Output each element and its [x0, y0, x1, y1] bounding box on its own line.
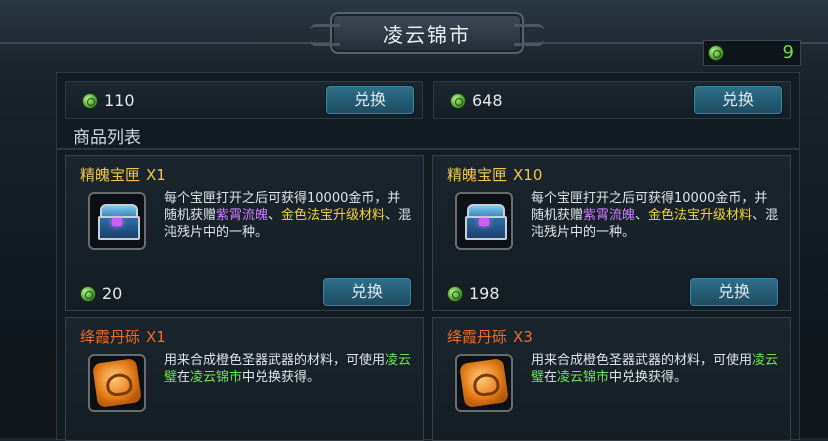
item-description: 每个宝匣打开之后可获得10000金币，并随机获赠紫霄流魄、金色法宝升级材料、混沌… — [164, 191, 412, 240]
item-description: 用来合成橙色圣器武器的材料，可使用凌云璧在凌云锦市中兑换获得。 — [164, 353, 412, 385]
exchange-button[interactable]: 兑换 — [694, 86, 782, 114]
item-name-text: 精魄宝匣 — [447, 166, 508, 184]
item-price: 20 — [80, 284, 122, 303]
exchange-button[interactable]: 兑换 — [326, 86, 414, 114]
item-icon-slot[interactable] — [455, 192, 513, 250]
jade-coin-icon — [708, 45, 724, 61]
item-name: 精魄宝匣 X10 — [447, 164, 542, 185]
item-icon-slot[interactable] — [88, 354, 146, 412]
item-card: 绛霞丹砾 X3 用来合成橙色圣器武器的材料，可使用凌云璧在凌云锦市中兑换获得。 — [432, 317, 791, 441]
item-name: 精魄宝匣 X1 — [80, 164, 166, 185]
item-card: 绛霞丹砾 X1 用来合成橙色圣器武器的材料，可使用凌云璧在凌云锦市中兑换获得。 — [65, 317, 424, 441]
item-quantity: X1 — [146, 328, 166, 346]
title-plaque: 凌云锦市 — [310, 12, 544, 54]
item-icon-slot[interactable] — [455, 354, 513, 412]
item-icon-slot[interactable] — [88, 192, 146, 250]
partial-item-card: 648 兑换 — [433, 81, 791, 119]
page-title: 凌云锦市 — [383, 22, 471, 47]
item-name-text: 精魄宝匣 — [80, 166, 141, 184]
plaque-ornament-left — [310, 24, 340, 46]
jade-coin-icon — [80, 285, 96, 302]
item-card: 精魄宝匣 X1 每个宝匣打开之后可获得10000金币，并随机获赠紫霄流魄、金色法宝… — [65, 155, 424, 311]
item-card: 精魄宝匣 X10 每个宝匣打开之后可获得10000金币，并随机获赠紫霄流魄、金色法… — [432, 155, 791, 311]
item-name: 绛霞丹砾 X3 — [447, 326, 533, 347]
jade-coin-icon — [447, 285, 463, 302]
exchange-button[interactable]: 兑换 — [690, 278, 778, 306]
partial-items-row: 110 兑换 648 兑换 — [65, 81, 791, 119]
item-price: 648 — [450, 91, 503, 110]
currency-amount: 9 — [782, 42, 794, 63]
dan-stone-icon — [92, 358, 142, 408]
item-name-text: 绛霞丹砾 — [80, 328, 141, 346]
currency-display: 9 — [703, 40, 801, 66]
item-description: 用来合成橙色圣器武器的材料，可使用凌云璧在凌云锦市中兑换获得。 — [531, 353, 779, 385]
item-quantity: X1 — [146, 166, 166, 184]
dan-stone-icon — [459, 358, 509, 408]
item-description: 每个宝匣打开之后可获得10000金币，并随机获赠紫霄流魄、金色法宝升级材料、混沌… — [531, 191, 779, 240]
item-quantity: X10 — [513, 166, 543, 184]
item-name: 绛霞丹砾 X1 — [80, 326, 166, 347]
section-divider — [57, 148, 799, 150]
price-value: 648 — [472, 91, 503, 110]
item-quantity: X3 — [513, 328, 533, 346]
treasure-chest-icon — [98, 204, 140, 240]
section-title: 商品列表 — [73, 128, 141, 148]
item-price: 198 — [447, 284, 500, 303]
plaque-ornament-right — [514, 24, 544, 46]
item-price: 110 — [82, 91, 135, 110]
jade-coin-icon — [450, 92, 466, 109]
exchange-button[interactable]: 兑换 — [323, 278, 411, 306]
item-name-text: 绛霞丹砾 — [447, 328, 508, 346]
jade-coin-icon — [82, 92, 98, 109]
shop-panel: 110 兑换 648 兑换 商品列表 精魄宝匣 X1 每个宝匣打开之后可获得100… — [56, 72, 800, 441]
price-value: 20 — [102, 284, 123, 303]
price-value: 198 — [469, 284, 500, 303]
price-value: 110 — [104, 91, 135, 110]
partial-item-card: 110 兑换 — [65, 81, 423, 119]
treasure-chest-icon — [465, 204, 507, 240]
